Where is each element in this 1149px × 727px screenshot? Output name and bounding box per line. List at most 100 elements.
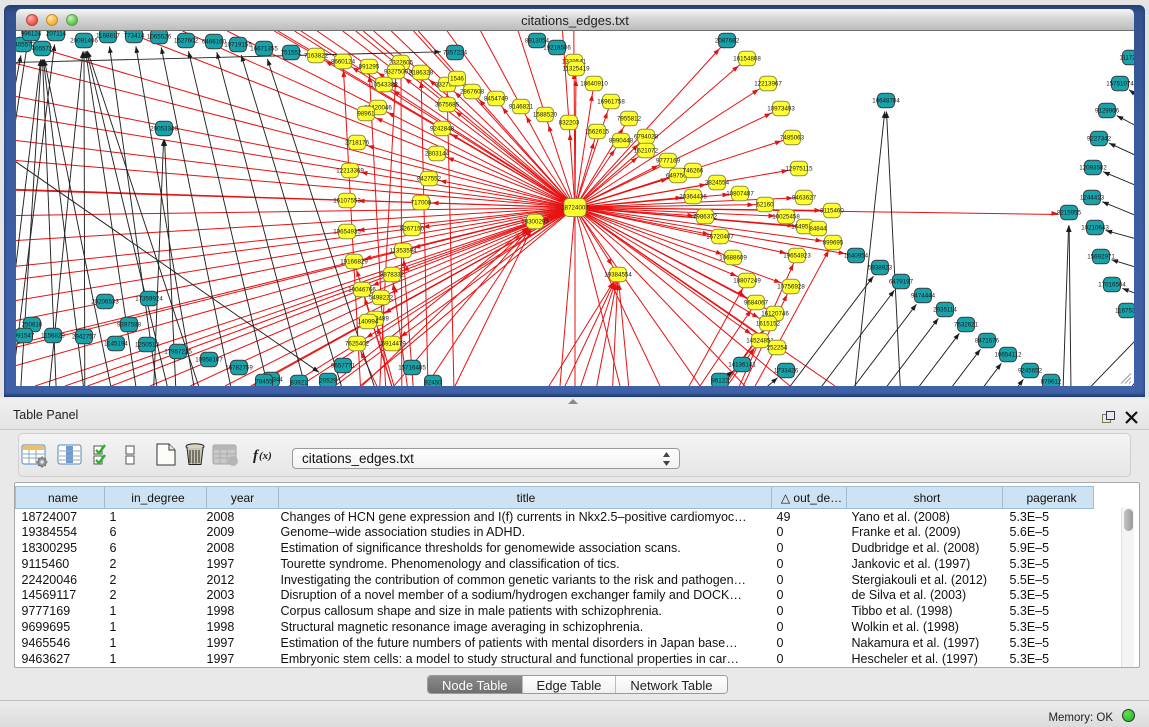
svg-text:84844: 84844: [809, 226, 827, 233]
svg-text:405572: 405572: [32, 46, 53, 53]
svg-text:1615152: 1615152: [756, 321, 781, 328]
svg-text:10807487: 10807487: [726, 191, 754, 198]
svg-text:19654923: 19654923: [783, 253, 811, 260]
svg-text:1168817: 1168817: [96, 33, 120, 40]
svg-text:5938923: 5938923: [868, 265, 893, 272]
svg-text:20091406: 20091406: [70, 38, 98, 45]
svg-text:10210643: 10210643: [1081, 225, 1109, 232]
svg-text:2867608: 2867608: [460, 89, 485, 96]
svg-text:1588520: 1588520: [533, 112, 558, 119]
svg-text:17016504: 17016504: [1098, 282, 1126, 289]
svg-text:9474444: 9474444: [911, 293, 936, 300]
svg-text:15716485: 15716485: [398, 365, 426, 372]
svg-text:250610: 250610: [22, 322, 43, 329]
svg-text:16782759: 16782759: [225, 365, 253, 372]
svg-text:12213369: 12213369: [336, 168, 364, 175]
svg-text:3824554: 3824554: [705, 180, 730, 187]
svg-text:1145194: 1145194: [104, 341, 128, 348]
svg-text:8660124: 8660124: [331, 59, 356, 66]
svg-text:996124: 996124: [21, 31, 42, 38]
svg-text:19384554: 19384554: [604, 272, 632, 279]
svg-text:9657771: 9657771: [331, 363, 356, 370]
svg-text:6479197: 6479197: [889, 279, 914, 286]
svg-text:10719155: 10719155: [224, 42, 252, 49]
svg-text:9684067: 9684067: [744, 300, 769, 307]
svg-text:9115460: 9115460: [820, 208, 844, 215]
svg-text:10958107: 10958107: [195, 357, 223, 364]
svg-text:3675685: 3675685: [435, 102, 460, 109]
svg-text:16107553: 16107553: [333, 198, 361, 205]
svg-text:19218506: 19218506: [543, 45, 571, 52]
svg-text:16154808: 16154808: [733, 56, 761, 63]
svg-text:1546: 1546: [450, 76, 464, 83]
svg-text:8878332: 8878332: [380, 272, 405, 279]
svg-text:773414: 773414: [124, 33, 145, 40]
svg-text:252254: 252254: [767, 345, 788, 352]
svg-text:9463627: 9463627: [792, 195, 817, 202]
svg-text:8990448: 8990448: [609, 138, 634, 145]
svg-text:62160: 62160: [756, 202, 774, 209]
svg-text:1065526: 1065526: [147, 34, 172, 41]
svg-text:12213967: 12213967: [754, 81, 782, 88]
svg-text:11325419: 11325419: [562, 66, 590, 73]
svg-text:1621072: 1621072: [634, 148, 659, 155]
svg-text:10973493: 10973493: [767, 106, 795, 113]
svg-text:7986372: 7986372: [693, 214, 718, 221]
svg-text:9242848: 9242848: [430, 126, 455, 133]
svg-text:9397588: 9397588: [117, 322, 142, 329]
svg-text:18724007: 18724007: [561, 205, 589, 212]
svg-text:15751074: 15751074: [1106, 81, 1134, 88]
svg-text:9146821: 9146821: [509, 104, 534, 111]
svg-text:(x): (x): [259, 450, 272, 462]
svg-text:5498222: 5498222: [369, 295, 394, 302]
svg-text:16961758: 16961758: [597, 99, 625, 106]
svg-text:1117203: 1117203: [1119, 55, 1134, 62]
svg-text:19166829: 19166829: [340, 259, 368, 266]
svg-text:140994: 140994: [358, 319, 379, 326]
svg-text:1244413: 1244413: [1080, 195, 1105, 202]
svg-text:16648784: 16648784: [872, 98, 900, 105]
svg-text:207114: 207114: [46, 31, 67, 38]
svg-text:7163822: 7163822: [304, 53, 329, 60]
svg-text:15692971: 15692971: [1087, 254, 1115, 261]
svg-text:92450: 92450: [424, 380, 442, 386]
svg-text:18807249: 18807249: [733, 278, 761, 285]
svg-text:20206533: 20206533: [91, 299, 119, 306]
svg-text:10654112: 10654112: [994, 352, 1022, 359]
svg-text:7485063: 7485063: [780, 135, 805, 142]
svg-text:17957225: 17957225: [164, 349, 192, 356]
svg-text:10025458: 10025458: [772, 214, 800, 221]
svg-text:9227342: 9227342: [1087, 136, 1112, 143]
svg-text:832203: 832203: [559, 120, 580, 127]
svg-text:991547: 991547: [16, 333, 35, 340]
svg-text:751552: 751552: [281, 50, 302, 57]
svg-text:18300295: 18300295: [521, 219, 549, 226]
svg-text:2942757: 2942757: [72, 334, 97, 341]
svg-text:8454749: 8454749: [484, 96, 509, 103]
svg-text:17359924: 17359924: [135, 296, 163, 303]
svg-text:78455: 78455: [255, 379, 273, 386]
svg-text:14136141: 14136141: [728, 362, 756, 369]
svg-text:98961: 98961: [357, 111, 375, 118]
svg-text:8813054: 8813054: [525, 38, 550, 45]
svg-text:2087682: 2087682: [715, 38, 740, 45]
svg-text:746266: 746266: [683, 168, 704, 175]
svg-text:1156829: 1156829: [41, 333, 65, 340]
svg-text:8427552: 8427552: [417, 176, 442, 183]
svg-text:891295: 891295: [359, 64, 380, 71]
svg-text:1250513: 1250513: [135, 342, 160, 349]
svg-text:12093582: 12093582: [1079, 165, 1107, 172]
svg-text:20364436: 20364436: [679, 194, 707, 201]
svg-text:11353594: 11353594: [389, 248, 417, 255]
svg-text:7357224: 7357224: [443, 50, 468, 57]
svg-text:8471676: 8471676: [975, 338, 1000, 345]
svg-text:16914479: 16914479: [378, 341, 406, 348]
svg-text:8267150: 8267150: [400, 226, 425, 233]
svg-text:7625402: 7625402: [345, 341, 370, 348]
svg-text:6466160: 6466160: [202, 39, 227, 46]
svg-text:10756928: 10756928: [777, 284, 805, 291]
svg-text:1733426: 1733426: [774, 368, 799, 375]
svg-text:1640954: 1640954: [844, 253, 869, 260]
svg-text:879612: 879612: [1041, 379, 1062, 386]
svg-text:9327500: 9327500: [384, 69, 409, 76]
